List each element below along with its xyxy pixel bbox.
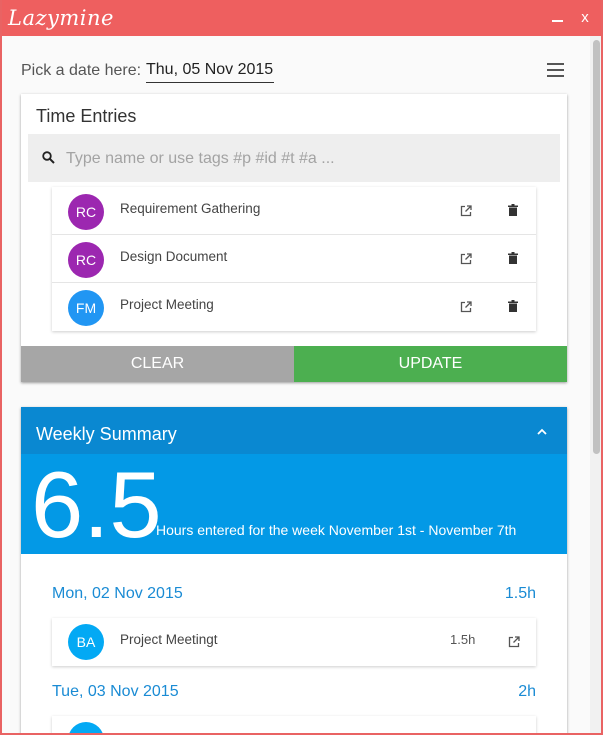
scrollbar[interactable] (590, 36, 601, 733)
close-button[interactable]: x (574, 7, 596, 29)
open-external-icon[interactable] (460, 253, 472, 265)
scrollbar-thumb[interactable] (593, 40, 600, 454)
entry-name: Requirement Gathering (120, 201, 261, 216)
minimize-button[interactable] (547, 7, 569, 29)
delete-icon[interactable] (508, 252, 518, 264)
day-total: 1.5h (504, 585, 536, 602)
search-icon (42, 151, 55, 164)
list-item[interactable]: RC Requirement Gathering (52, 187, 536, 235)
entry-name: Project Meeting (120, 297, 214, 312)
app-window: Lazymine x Pick a date here: Time Entrie… (0, 0, 603, 735)
clear-button[interactable]: CLEAR (21, 346, 294, 382)
delete-icon[interactable] (508, 300, 518, 312)
open-external-icon[interactable] (460, 301, 472, 313)
weekly-summary-title: Weekly Summary (36, 424, 177, 444)
search-input[interactable] (64, 146, 548, 172)
avatar (68, 722, 104, 733)
avatar: FM (68, 290, 104, 326)
weekly-total-band: 6.5 Hours entered for the week November … (21, 452, 567, 557)
weekly-total-hours: 6.5 (31, 452, 162, 557)
list-item[interactable]: BA Project Meetingt 1.5h (52, 618, 536, 666)
day-date: Mon, 02 Nov 2015 (52, 585, 183, 602)
weekly-summary-header[interactable]: Weekly Summary (21, 407, 567, 454)
entry-name: Project Meetingt (120, 632, 218, 647)
weekly-hours-text: Hours entered for the week November 1st … (156, 522, 517, 538)
date-picker-input[interactable] (146, 58, 274, 83)
app-title: Lazymine (8, 6, 114, 30)
list-item[interactable] (52, 716, 536, 733)
time-entries-list: RC Requirement Gathering RC Design Docum… (52, 187, 536, 331)
avatar: BA (68, 624, 104, 660)
day-date: Tue, 03 Nov 2015 (52, 683, 179, 700)
delete-icon[interactable] (508, 204, 518, 216)
avatar: RC (68, 194, 104, 230)
open-external-icon[interactable] (460, 205, 472, 217)
chevron-up-icon[interactable] (535, 427, 549, 437)
search-box (28, 134, 560, 182)
hamburger-menu-icon[interactable] (547, 63, 564, 77)
minimize-icon (552, 20, 563, 22)
avatar: RC (68, 242, 104, 278)
main-content: Pick a date here: Time Entries RC Requir… (4, 36, 590, 733)
time-entries-card: Time Entries RC Requirement Gathering (21, 94, 567, 382)
entry-hours: 1.5h (450, 632, 476, 647)
update-button[interactable]: UPDATE (294, 346, 567, 382)
weekly-summary-card: Weekly Summary 6.5 Hours entered for the… (21, 407, 567, 733)
list-item[interactable]: FM Project Meeting (52, 283, 536, 331)
time-entries-title: Time Entries (36, 106, 137, 126)
entry-name: Design Document (120, 249, 228, 264)
day-total: 2h (518, 683, 536, 700)
title-bar[interactable]: Lazymine x (2, 0, 601, 36)
list-item[interactable]: RC Design Document (52, 235, 536, 283)
open-external-icon[interactable] (508, 636, 520, 648)
date-picker-label: Pick a date here: (21, 62, 142, 79)
